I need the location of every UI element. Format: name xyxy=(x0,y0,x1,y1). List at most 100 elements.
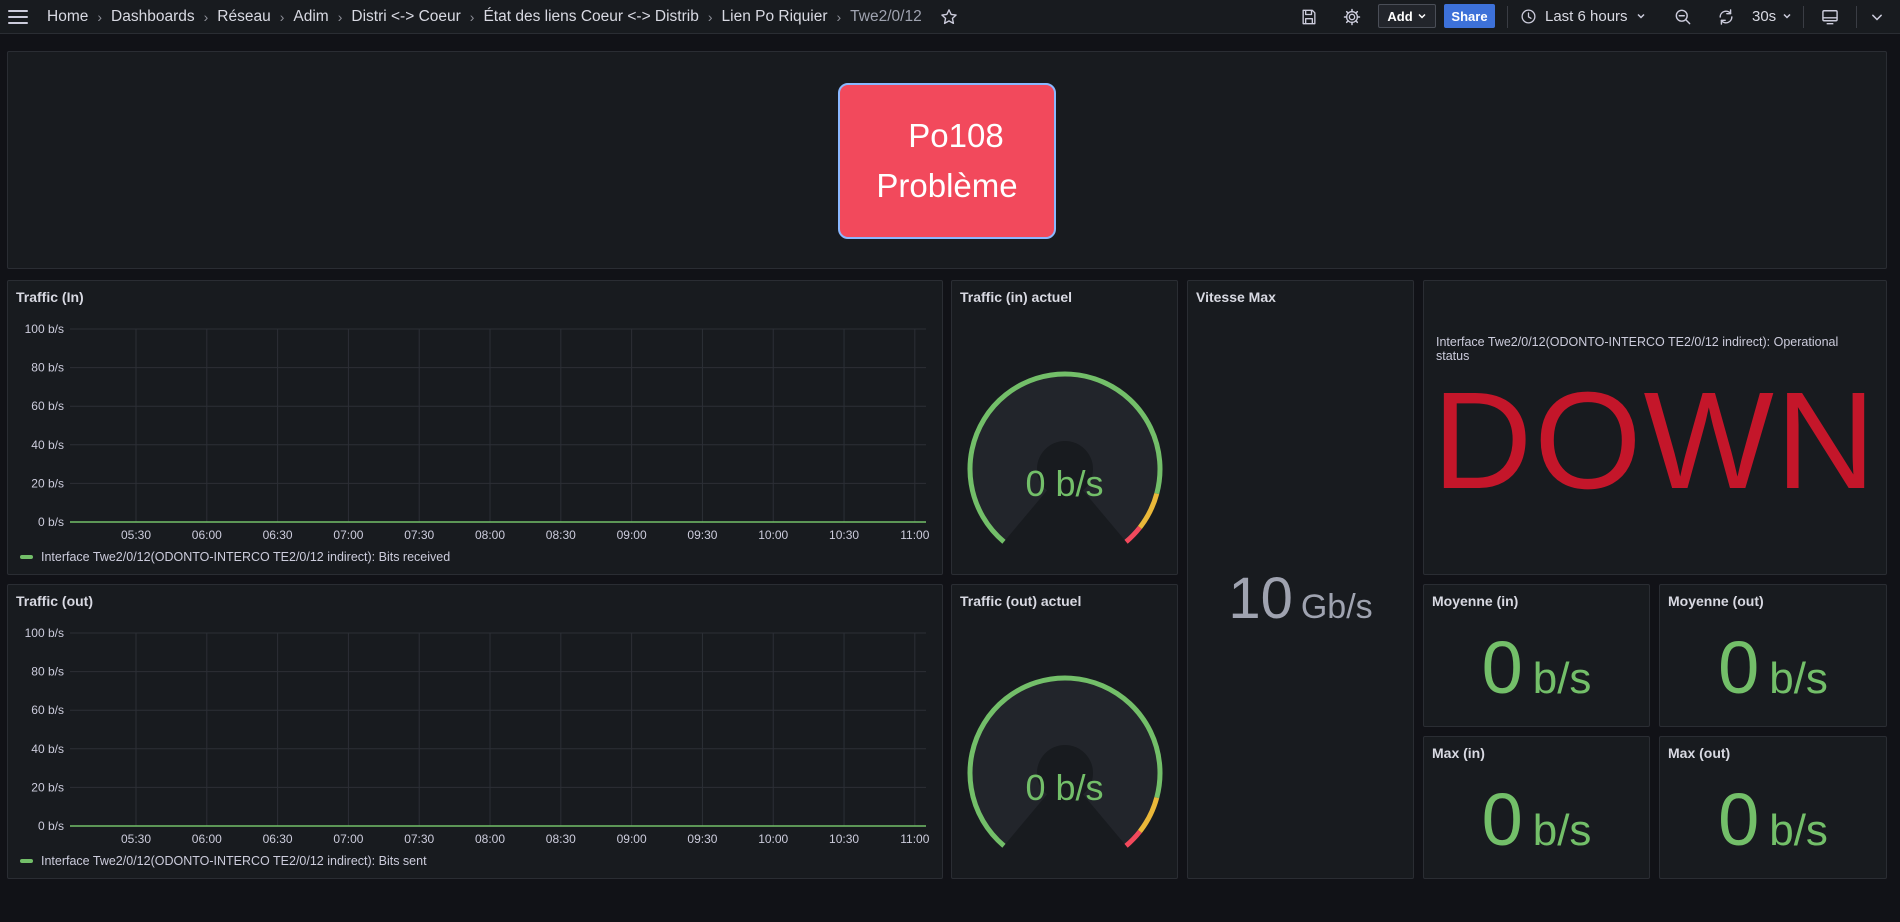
x-tick-label: 08:00 xyxy=(475,528,505,542)
operational-status-value: DOWN xyxy=(1432,364,1878,518)
stat-unit: Gb/s xyxy=(1300,588,1373,626)
stat-value: 0 b/s xyxy=(1660,625,1886,710)
breadcrumb-distri-coeur[interactable]: Distri <-> Coeur xyxy=(351,8,460,26)
x-tick-label: 10:30 xyxy=(829,528,859,542)
legend-swatch xyxy=(20,859,33,863)
breadcrumb-lien-po-riquier[interactable]: Lien Po Riquier xyxy=(722,8,828,26)
x-tick-label: 09:30 xyxy=(687,528,717,542)
breadcrumb-dashboards[interactable]: Dashboards xyxy=(111,8,195,26)
vitesse-max-value: 10 Gb/s xyxy=(1188,565,1413,632)
time-range-picker[interactable]: Last 6 hours xyxy=(1520,4,1646,28)
traffic-in-gauge xyxy=(967,371,1163,544)
x-tick-label: 11:00 xyxy=(900,832,929,846)
panel-title: Vitesse Max xyxy=(1196,289,1276,305)
refresh-interval-picker[interactable]: 30s xyxy=(1752,4,1792,28)
panel-title: Max (out) xyxy=(1668,745,1731,761)
gauge-value: 0 b/s xyxy=(1025,767,1104,808)
share-button[interactable]: Share xyxy=(1444,4,1495,28)
toolbar-divider xyxy=(1803,6,1804,28)
stat-value: 0 b/s xyxy=(1424,777,1649,862)
x-tick-label: 09:00 xyxy=(617,832,647,846)
x-tick-label: 10:30 xyxy=(829,832,859,846)
panel-title: Max (in) xyxy=(1432,745,1485,761)
stat-number: 0 xyxy=(1481,778,1523,861)
y-tick-label: 80 b/s xyxy=(31,665,64,679)
max-out-panel: Max (out) 0 b/s xyxy=(1659,736,1887,879)
refresh-interval-label: 30s xyxy=(1752,7,1777,25)
y-tick-label: 80 b/s xyxy=(31,361,64,375)
chevron-down-icon xyxy=(1637,13,1645,19)
toolbar-divider xyxy=(1507,6,1508,28)
x-tick-label: 07:30 xyxy=(404,832,434,846)
menu-icon[interactable] xyxy=(8,6,30,28)
moyenne-out-panel: Moyenne (out) 0 b/s xyxy=(1659,584,1887,727)
zoom-out-icon[interactable] xyxy=(1673,7,1693,27)
traffic-out-gauge xyxy=(967,675,1163,848)
stat-unit: b/s xyxy=(1769,654,1828,703)
refresh-icon[interactable] xyxy=(1716,7,1736,27)
breadcrumb-etat-liens[interactable]: État des liens Coeur <-> Distrib xyxy=(483,8,698,26)
moyenne-in-panel: Moyenne (in) 0 b/s xyxy=(1423,584,1650,727)
legend-label: Interface Twe2/0/12(ODONTO-INTERCO TE2/0… xyxy=(41,854,427,868)
chevron-right-icon: › xyxy=(97,9,103,25)
breadcrumb-home[interactable]: Home xyxy=(47,8,88,26)
y-tick-label: 60 b/s xyxy=(31,703,64,717)
traffic-out-chart: 100 b/s 80 b/s 60 b/s 40 b/s 20 b/s 0 b/s 05:3… xyxy=(25,626,930,846)
status-state-label: Problème xyxy=(876,167,1018,204)
y-tick-label: 40 b/s xyxy=(31,438,64,452)
status-indicator[interactable]: Po108 Problème xyxy=(838,83,1056,239)
x-tick-label: 08:30 xyxy=(546,528,576,542)
x-tick-label: 09:00 xyxy=(617,528,647,542)
x-tick-label: 05:30 xyxy=(121,832,151,846)
stat-number: 10 xyxy=(1228,566,1293,631)
x-tick-label: 07:00 xyxy=(333,528,363,542)
clock-icon xyxy=(1521,8,1536,24)
breadcrumb-adim[interactable]: Adim xyxy=(293,8,328,26)
gear-icon[interactable] xyxy=(1342,7,1362,27)
y-tick-label: 100 b/s xyxy=(25,322,64,336)
x-tick-label: 06:30 xyxy=(263,528,293,542)
x-tick-label: 09:30 xyxy=(687,832,717,846)
operational-status-description: Interface Twe2/0/12(ODONTO-INTERCO TE2/0… xyxy=(1436,335,1839,363)
x-tick-label: 07:00 xyxy=(333,832,363,846)
stat-unit: b/s xyxy=(1532,654,1592,703)
breadcrumb-reseau[interactable]: Réseau xyxy=(217,8,270,26)
x-tick-label: 05:30 xyxy=(121,528,151,542)
time-range-label: Last 6 hours xyxy=(1545,7,1628,25)
y-tick-label: 0 b/s xyxy=(38,819,64,833)
chevron-right-icon: › xyxy=(836,9,842,25)
add-button-label: Add xyxy=(1387,8,1413,24)
chart-legend[interactable]: Interface Twe2/0/12(ODONTO-INTERCO TE2/0… xyxy=(20,854,427,868)
x-tick-label: 08:30 xyxy=(546,832,576,846)
x-tick-label: 10:00 xyxy=(758,832,788,846)
x-tick-label: 07:30 xyxy=(404,528,434,542)
save-icon[interactable] xyxy=(1299,7,1319,27)
breadcrumb-current: Twe2/0/12 xyxy=(850,8,922,25)
status-port-label: Po108 xyxy=(908,117,1004,154)
panel-title: Moyenne (out) xyxy=(1668,593,1764,609)
chevron-down-icon[interactable] xyxy=(1867,7,1887,27)
max-in-panel: Max (in) 0 b/s xyxy=(1423,736,1650,879)
add-button[interactable]: Add xyxy=(1378,4,1436,28)
vitesse-max-panel: Vitesse Max 10 Gb/s xyxy=(1187,280,1414,879)
stat-number: 0 xyxy=(1718,778,1760,861)
chevron-down-icon xyxy=(1418,13,1426,19)
chevron-right-icon: › xyxy=(337,9,343,25)
x-tick-label: 11:00 xyxy=(900,528,929,542)
toolbar-divider xyxy=(1856,6,1857,28)
legend-swatch xyxy=(20,555,33,559)
star-icon[interactable] xyxy=(940,8,958,26)
y-tick-label: 0 b/s xyxy=(38,515,64,529)
chart-legend[interactable]: Interface Twe2/0/12(ODONTO-INTERCO TE2/0… xyxy=(20,550,450,564)
x-tick-label: 06:30 xyxy=(263,832,293,846)
x-tick-label: 10:00 xyxy=(758,528,788,542)
chevron-down-icon xyxy=(1783,13,1791,19)
breadcrumb: Home › Dashboards › Réseau › Adim › Distri <… xyxy=(47,0,958,34)
x-tick-label: 06:00 xyxy=(192,528,222,542)
tv-icon[interactable] xyxy=(1820,7,1840,27)
y-tick-label: 60 b/s xyxy=(31,399,64,413)
gauge-value: 0 b/s xyxy=(1025,463,1104,504)
chevron-right-icon: › xyxy=(203,9,209,25)
traffic-in-chart: 100 b/s 80 b/s 60 b/s 40 b/s 20 b/s 0 b/s 05:3… xyxy=(25,322,930,542)
chevron-right-icon: › xyxy=(469,9,475,25)
